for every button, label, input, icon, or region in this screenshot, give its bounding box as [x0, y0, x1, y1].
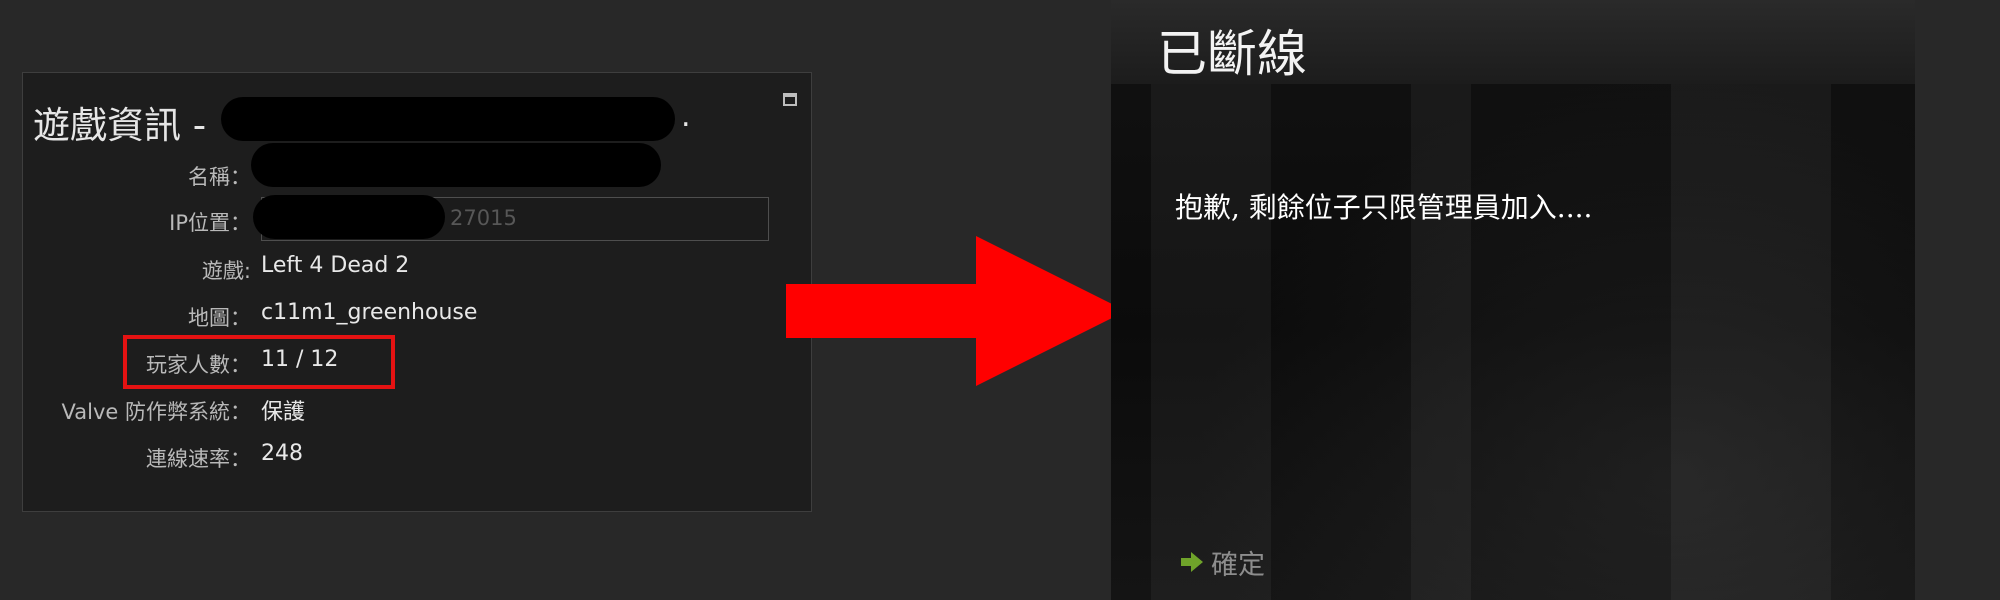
red-arrow-icon — [786, 236, 1126, 386]
background-texture — [1671, 84, 1831, 600]
dialog-title: 遊戲資訊 - — [33, 104, 207, 147]
ip-port: 27015 — [450, 206, 517, 230]
green-arrow-icon — [1181, 552, 1203, 572]
name-label: 名稱： — [188, 165, 251, 189]
vac-value: 保護 — [261, 400, 306, 425]
redacted-ip-value — [253, 195, 445, 239]
game-value: Left 4 Dead 2 — [261, 253, 410, 278]
disconnected-dialog: 已斷線 抱歉, 剩餘位子只限管理員加入.... 確定 — [1111, 0, 1915, 600]
dialog-title-suffix: . — [681, 99, 691, 134]
confirm-button[interactable]: 確定 — [1181, 544, 1265, 581]
background-texture — [1411, 84, 1471, 600]
ip-label: IP位置： — [169, 211, 251, 235]
players-highlight-box — [123, 335, 395, 389]
maximize-icon[interactable] — [783, 93, 797, 106]
game-label: 遊戲: — [201, 259, 251, 283]
disconnect-message: 抱歉, 剩餘位子只限管理員加入.... — [1175, 191, 1593, 224]
background-texture — [1151, 84, 1271, 600]
latency-label: 連線速率： — [146, 447, 251, 471]
map-value: c11m1_greenhouse — [261, 300, 478, 325]
disconnected-title: 已斷線 — [1157, 25, 1307, 83]
map-label: 地圖： — [188, 306, 251, 330]
vac-label: Valve 防作弊系統： — [61, 400, 251, 424]
confirm-label: 確定 — [1211, 549, 1265, 581]
redacted-server-name — [221, 97, 675, 141]
redacted-name-value — [251, 143, 661, 187]
latency-value: 248 — [261, 441, 303, 466]
game-info-dialog: 遊戲資訊 - . 名稱： IP位置： 27015 遊戲: Left 4 Dead… — [22, 72, 812, 512]
